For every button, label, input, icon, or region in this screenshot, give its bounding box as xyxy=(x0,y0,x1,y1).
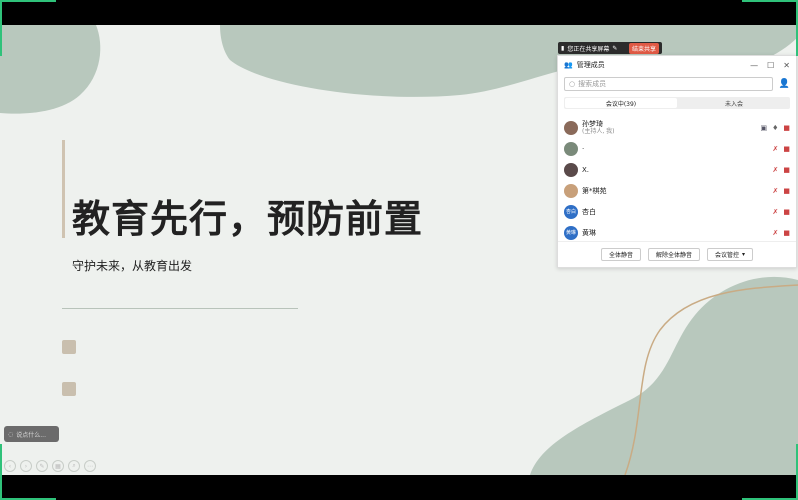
list-item[interactable]: X. ✗ ■ xyxy=(558,159,796,180)
meeting-control-button[interactable]: 会议管控 ▾ xyxy=(707,248,754,261)
tab-not-joined[interactable]: 未入会 xyxy=(678,97,790,109)
manage-members-panel: 👥 管理成员 — ☐ ✕ ○ 搜索成员 👤 会议中(39) 未入会 孙梦琦 (主… xyxy=(557,55,797,268)
comment-placeholder: 说点什么... xyxy=(16,431,46,439)
invite-member-icon[interactable]: 👤 xyxy=(779,79,790,89)
panel-footer: 全体静音 解除全体静音 会议管控 ▾ xyxy=(558,241,796,267)
list-item[interactable]: 孙梦琦 (主持人, 我) ▣ ♦ ■ xyxy=(558,117,796,138)
list-item[interactable]: 黄琳 黄琳 ✗ ■ xyxy=(558,222,796,243)
share-status-text: 您正在共享屏幕 xyxy=(567,45,610,53)
camera-off-icon[interactable]: ■ xyxy=(783,229,790,237)
bullet-square-2 xyxy=(62,382,76,396)
search-icon: ○ xyxy=(569,80,576,88)
mic-muted-icon[interactable]: ✗ xyxy=(773,166,779,174)
member-search-input[interactable]: ○ 搜索成员 xyxy=(564,77,773,91)
avatar xyxy=(564,183,578,198)
minimize-icon[interactable]: — xyxy=(750,61,758,70)
camera-off-icon[interactable]: ■ xyxy=(783,124,790,132)
avatar xyxy=(564,162,578,177)
meeting-control-label: 会议管控 xyxy=(715,252,740,259)
title-accent-bar xyxy=(62,140,65,238)
member-role: (主持人, 我) xyxy=(582,127,615,135)
share-frame-corner-tr xyxy=(742,0,798,2)
chat-icon: ◌ xyxy=(8,430,14,438)
search-placeholder: 搜索成员 xyxy=(578,80,607,88)
avatar xyxy=(564,141,578,156)
end-share-button[interactable]: 结束共享 xyxy=(628,42,659,54)
mic-icon[interactable]: ♦ xyxy=(772,124,778,132)
next-slide-icon[interactable]: › xyxy=(20,460,32,472)
chevron-down-icon: ▾ xyxy=(742,251,746,258)
camera-off-icon[interactable]: ■ xyxy=(783,187,790,195)
member-name: 孙梦琦 xyxy=(582,119,603,128)
member-name: · xyxy=(582,144,585,153)
member-name: 黄琳 xyxy=(582,228,596,237)
prev-slide-icon[interactable]: ‹ xyxy=(4,460,16,472)
member-list: 孙梦琦 (主持人, 我) ▣ ♦ ■ · ✗ ■ X. ✗ ■ 第*棋苑 ✗ ■… xyxy=(558,117,796,243)
screen-share-icon: ▣ xyxy=(760,123,768,132)
decor-blob-topleft xyxy=(0,25,101,114)
decor-blob-bottomright xyxy=(530,276,798,475)
mic-muted-icon[interactable]: ✗ xyxy=(773,187,779,195)
mic-muted-icon[interactable]: ✗ xyxy=(773,208,779,216)
mic-muted-icon[interactable]: ✗ xyxy=(773,145,779,153)
member-tabs: 会议中(39) 未入会 xyxy=(564,97,790,109)
members-icon: 👥 xyxy=(564,61,573,69)
close-icon[interactable]: ✕ xyxy=(783,61,790,70)
mic-muted-icon[interactable]: ✗ xyxy=(773,229,779,237)
comment-input[interactable]: ◌ 说点什么... xyxy=(4,426,59,442)
camera-off-icon[interactable]: ■ xyxy=(783,145,790,153)
unmute-all-button[interactable]: 解除全体静音 xyxy=(647,248,700,261)
avatar: 杏白 xyxy=(564,204,578,219)
share-frame-corner-bl-v xyxy=(0,444,2,500)
camera-off-icon[interactable]: ■ xyxy=(783,208,790,216)
pen-icon[interactable]: ✎ xyxy=(36,460,48,472)
maximize-icon[interactable]: ☐ xyxy=(767,61,774,70)
member-name: 杏白 xyxy=(582,207,596,216)
more-icon[interactable]: ⋯ xyxy=(84,460,96,472)
share-frame-corner-tl-v xyxy=(0,0,2,56)
slides-grid-icon[interactable]: ▦ xyxy=(52,460,64,472)
screen-share-bar: ▮ 您正在共享屏幕 ✎ 结束共享 xyxy=(558,42,662,54)
slide-title: 教育先行，预防前置 xyxy=(72,197,424,241)
slide-subtitle: 守护未来，从教育出发 xyxy=(72,259,193,273)
signal-icon: ▮ xyxy=(561,44,565,52)
avatar xyxy=(564,120,578,135)
bullet-square-1 xyxy=(62,340,76,354)
mute-all-button[interactable]: 全体静音 xyxy=(600,248,641,261)
share-frame-corner-tl xyxy=(0,0,56,2)
member-name: 第*棋苑 xyxy=(582,186,607,195)
list-item[interactable]: 杏白 杏白 ✗ ■ xyxy=(558,201,796,222)
tab-in-meeting[interactable]: 会议中(39) xyxy=(565,98,677,108)
divider-line xyxy=(62,308,298,309)
slide-toolbar: ‹ › ✎ ▦ ⌕ ⋯ xyxy=(4,460,96,472)
list-item[interactable]: 第*棋苑 ✗ ■ xyxy=(558,180,796,201)
list-item[interactable]: · ✗ ■ xyxy=(558,138,796,159)
member-name: X. xyxy=(582,165,590,174)
annotate-icon[interactable]: ✎ xyxy=(612,45,617,52)
avatar: 黄琳 xyxy=(564,225,578,240)
panel-title: 管理成员 xyxy=(576,61,605,69)
camera-off-icon[interactable]: ■ xyxy=(783,166,790,174)
panel-header: 👥 管理成员 — ☐ ✕ xyxy=(558,56,796,74)
zoom-icon[interactable]: ⌕ xyxy=(68,460,80,472)
